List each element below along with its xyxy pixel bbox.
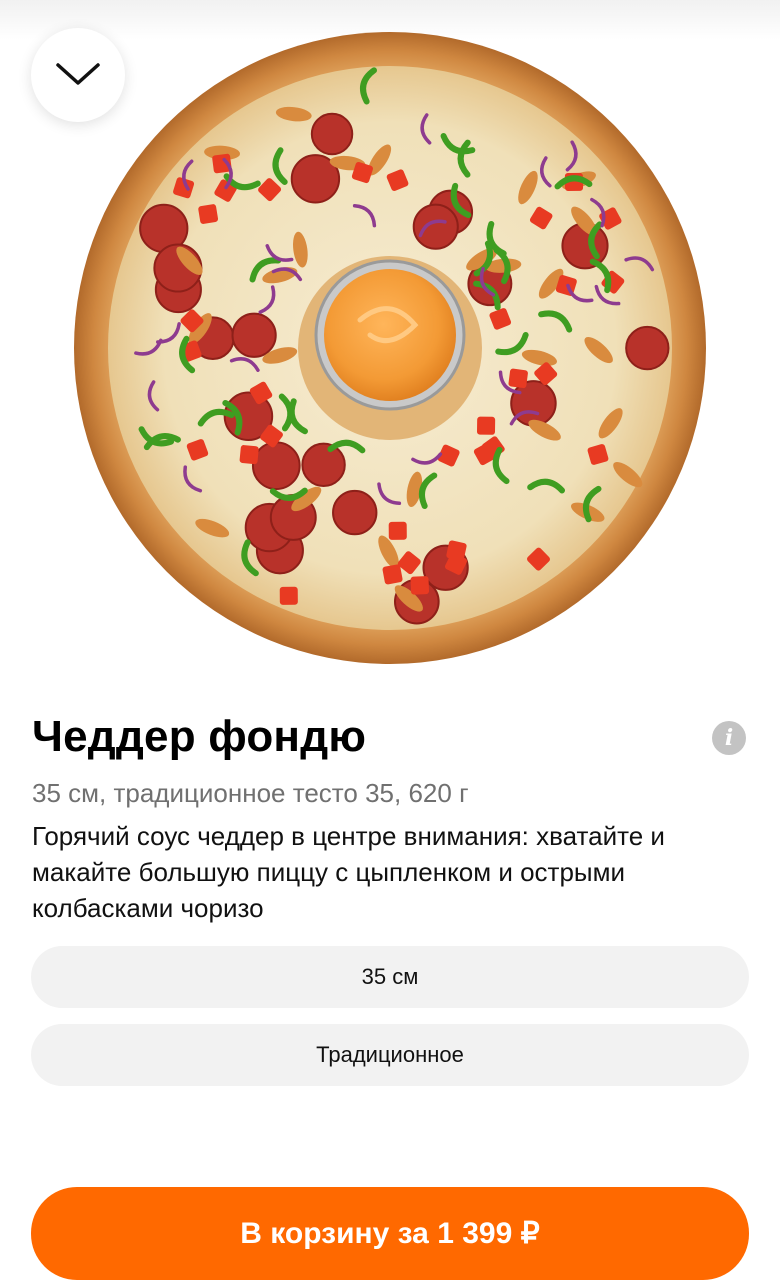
cheddar-sauce — [324, 269, 456, 401]
chorizo-slice — [251, 441, 301, 491]
chorizo-slice — [231, 312, 277, 358]
chevron-down-icon — [56, 63, 100, 85]
dough-selector[interactable]: Традиционное — [31, 1024, 749, 1086]
product-meta: 35 см, традиционное тесто 35, 620 г — [32, 778, 469, 808]
product-title: Чеддер фондю — [32, 712, 367, 761]
chorizo-slice — [301, 442, 346, 488]
chorizo-slice — [310, 112, 354, 156]
tomato-piece — [239, 445, 259, 465]
chorizo-slice — [510, 380, 557, 427]
pizza-image — [60, 30, 720, 690]
tomato-piece — [382, 564, 403, 585]
tomato-piece — [198, 204, 219, 224]
tomato-piece — [388, 521, 407, 540]
collapse-button[interactable] — [31, 28, 125, 122]
tomato-piece — [508, 368, 528, 389]
chorizo-slice — [412, 203, 459, 250]
info-icon[interactable]: i — [712, 721, 746, 755]
add-to-cart-button[interactable]: В корзину за 1 399 ₽ — [31, 1187, 749, 1280]
tomato-piece — [476, 416, 496, 435]
chorizo-slice — [625, 325, 670, 371]
size-selector[interactable]: 35 см — [31, 946, 749, 1008]
tomato-piece — [410, 576, 430, 595]
product-description: Горячий соус чеддер в центре внимания: х… — [32, 821, 665, 923]
chorizo-slice — [332, 489, 378, 536]
tomato-piece — [279, 586, 298, 605]
